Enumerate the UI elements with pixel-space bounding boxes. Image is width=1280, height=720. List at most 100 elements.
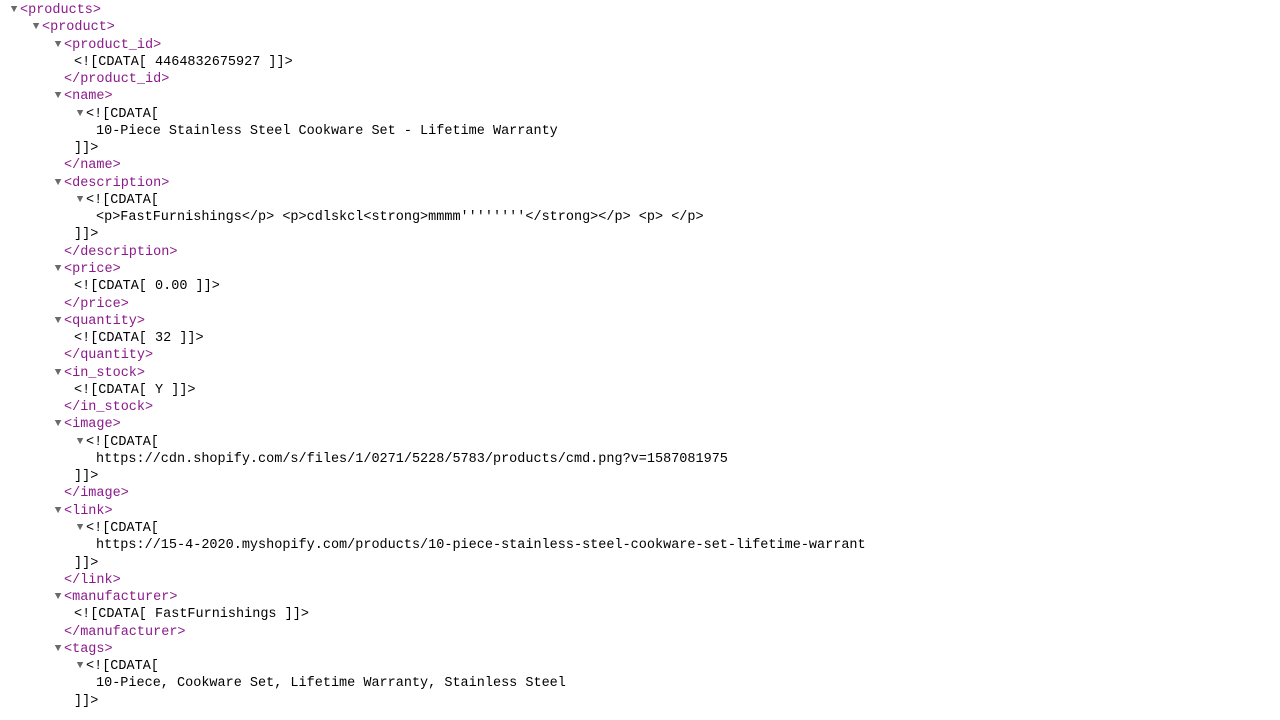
tags-cdata-open[interactable]: ▼<![CDATA[	[0, 658, 1280, 675]
cdata-value: <![CDATA[ FastFurnishings ]]>	[74, 607, 309, 622]
products-open[interactable]: ▼<products>	[0, 2, 1280, 19]
tag-name-close: </name>	[64, 158, 121, 173]
toggle-icon[interactable]: ▼	[52, 176, 64, 190]
toggle-icon[interactable]: ▼	[52, 89, 64, 103]
image-cdata-open[interactable]: ▼<![CDATA[	[0, 434, 1280, 451]
spacer	[52, 348, 64, 362]
toggle-icon[interactable]: ▼	[74, 107, 86, 121]
tag-product-id-open: <product_id>	[64, 38, 161, 53]
in-stock-close: </in_stock>	[0, 399, 1280, 416]
spacer	[52, 573, 64, 587]
cdata-open: <![CDATA[	[86, 435, 159, 450]
cdata-value: <![CDATA[ 0.00 ]]>	[74, 279, 220, 294]
tag-product-id-close: </product_id>	[64, 72, 169, 87]
toggle-icon[interactable]: ▼	[30, 20, 42, 34]
toggle-icon[interactable]: ▼	[74, 521, 86, 535]
name-cdata-close: ]]>	[0, 140, 1280, 157]
description-value: <p>FastFurnishings</p> <p>cdlskcl<strong…	[0, 209, 1280, 226]
product-id-open[interactable]: ▼<product_id>	[0, 37, 1280, 54]
description-cdata-open[interactable]: ▼<![CDATA[	[0, 192, 1280, 209]
xml-tree: ▼<products> ▼<product> ▼<product_id> <![…	[0, 0, 1280, 710]
toggle-icon[interactable]: ▼	[74, 659, 86, 673]
image-close: </image>	[0, 485, 1280, 502]
tags-cdata-close: ]]>	[0, 693, 1280, 710]
tag-name-open: <name>	[64, 89, 113, 104]
product-open[interactable]: ▼<product>	[0, 19, 1280, 36]
quantity-cdata: <![CDATA[ 32 ]]>	[0, 330, 1280, 347]
price-open[interactable]: ▼<price>	[0, 261, 1280, 278]
cdata-close: ]]>	[74, 227, 98, 242]
cdata-open: <![CDATA[	[86, 107, 159, 122]
spacer	[52, 245, 64, 259]
name-value: 10-Piece Stainless Steel Cookware Set - …	[0, 123, 1280, 140]
quantity-open[interactable]: ▼<quantity>	[0, 313, 1280, 330]
toggle-icon[interactable]: ▼	[52, 366, 64, 380]
tag-description-open: <description>	[64, 176, 169, 191]
description-open[interactable]: ▼<description>	[0, 175, 1280, 192]
toggle-icon[interactable]: ▼	[8, 3, 20, 17]
spacer	[52, 158, 64, 172]
link-value: https://15-4-2020.myshopify.com/products…	[0, 537, 1280, 554]
manufacturer-open[interactable]: ▼<manufacturer>	[0, 589, 1280, 606]
manufacturer-cdata: <![CDATA[ FastFurnishings ]]>	[0, 606, 1280, 623]
toggle-icon[interactable]: ▼	[52, 262, 64, 276]
price-cdata: <![CDATA[ 0.00 ]]>	[0, 278, 1280, 295]
text-value: <p>FastFurnishings</p> <p>cdlskcl<strong…	[96, 210, 704, 225]
toggle-icon[interactable]: ▼	[52, 314, 64, 328]
text-value: 10-Piece, Cookware Set, Lifetime Warrant…	[96, 676, 566, 691]
tag-image-open: <image>	[64, 417, 121, 432]
tag-description-close: </description>	[64, 245, 177, 260]
toggle-icon[interactable]: ▼	[52, 590, 64, 604]
image-open[interactable]: ▼<image>	[0, 416, 1280, 433]
cdata-close: ]]>	[74, 556, 98, 571]
price-close: </price>	[0, 296, 1280, 313]
link-open[interactable]: ▼<link>	[0, 503, 1280, 520]
spacer	[52, 72, 64, 86]
toggle-icon[interactable]: ▼	[52, 417, 64, 431]
in-stock-open[interactable]: ▼<in_stock>	[0, 365, 1280, 382]
tag-link-close: </link>	[64, 573, 121, 588]
toggle-icon[interactable]: ▼	[52, 504, 64, 518]
toggle-icon[interactable]: ▼	[74, 193, 86, 207]
text-value: 10-Piece Stainless Steel Cookware Set - …	[96, 124, 558, 139]
image-value: https://cdn.shopify.com/s/files/1/0271/5…	[0, 451, 1280, 468]
toggle-icon[interactable]: ▼	[52, 642, 64, 656]
manufacturer-close: </manufacturer>	[0, 624, 1280, 641]
description-close: </description>	[0, 244, 1280, 261]
cdata-value: <![CDATA[ 4464832675927 ]]>	[74, 55, 293, 70]
tag-quantity-open: <quantity>	[64, 314, 145, 329]
tag-in-stock-close: </in_stock>	[64, 400, 153, 415]
cdata-close: ]]>	[74, 469, 98, 484]
cdata-close: ]]>	[74, 694, 98, 709]
spacer	[52, 400, 64, 414]
tag-product-open: <product>	[42, 20, 115, 35]
tag-manufacturer-close: </manufacturer>	[64, 625, 186, 640]
name-cdata-open[interactable]: ▼<![CDATA[	[0, 106, 1280, 123]
cdata-value: <![CDATA[ 32 ]]>	[74, 331, 204, 346]
cdata-open: <![CDATA[	[86, 521, 159, 536]
spacer	[52, 297, 64, 311]
name-open[interactable]: ▼<name>	[0, 88, 1280, 105]
tag-products-open: <products>	[20, 3, 101, 18]
cdata-open: <![CDATA[	[86, 193, 159, 208]
product-id-close: </product_id>	[0, 71, 1280, 88]
tag-link-open: <link>	[64, 504, 113, 519]
tag-image-close: </image>	[64, 486, 129, 501]
text-value: https://cdn.shopify.com/s/files/1/0271/5…	[96, 452, 728, 467]
tags-value: 10-Piece, Cookware Set, Lifetime Warrant…	[0, 675, 1280, 692]
in-stock-cdata: <![CDATA[ Y ]]>	[0, 382, 1280, 399]
description-cdata-close: ]]>	[0, 226, 1280, 243]
tag-price-open: <price>	[64, 262, 121, 277]
spacer	[52, 486, 64, 500]
link-close: </link>	[0, 572, 1280, 589]
product-id-cdata: <![CDATA[ 4464832675927 ]]>	[0, 54, 1280, 71]
toggle-icon[interactable]: ▼	[74, 435, 86, 449]
link-cdata-close: ]]>	[0, 555, 1280, 572]
image-cdata-close: ]]>	[0, 468, 1280, 485]
link-cdata-open[interactable]: ▼<![CDATA[	[0, 520, 1280, 537]
toggle-icon[interactable]: ▼	[52, 38, 64, 52]
tag-in-stock-open: <in_stock>	[64, 366, 145, 381]
tag-price-close: </price>	[64, 297, 129, 312]
cdata-open: <![CDATA[	[86, 659, 159, 674]
tags-open[interactable]: ▼<tags>	[0, 641, 1280, 658]
